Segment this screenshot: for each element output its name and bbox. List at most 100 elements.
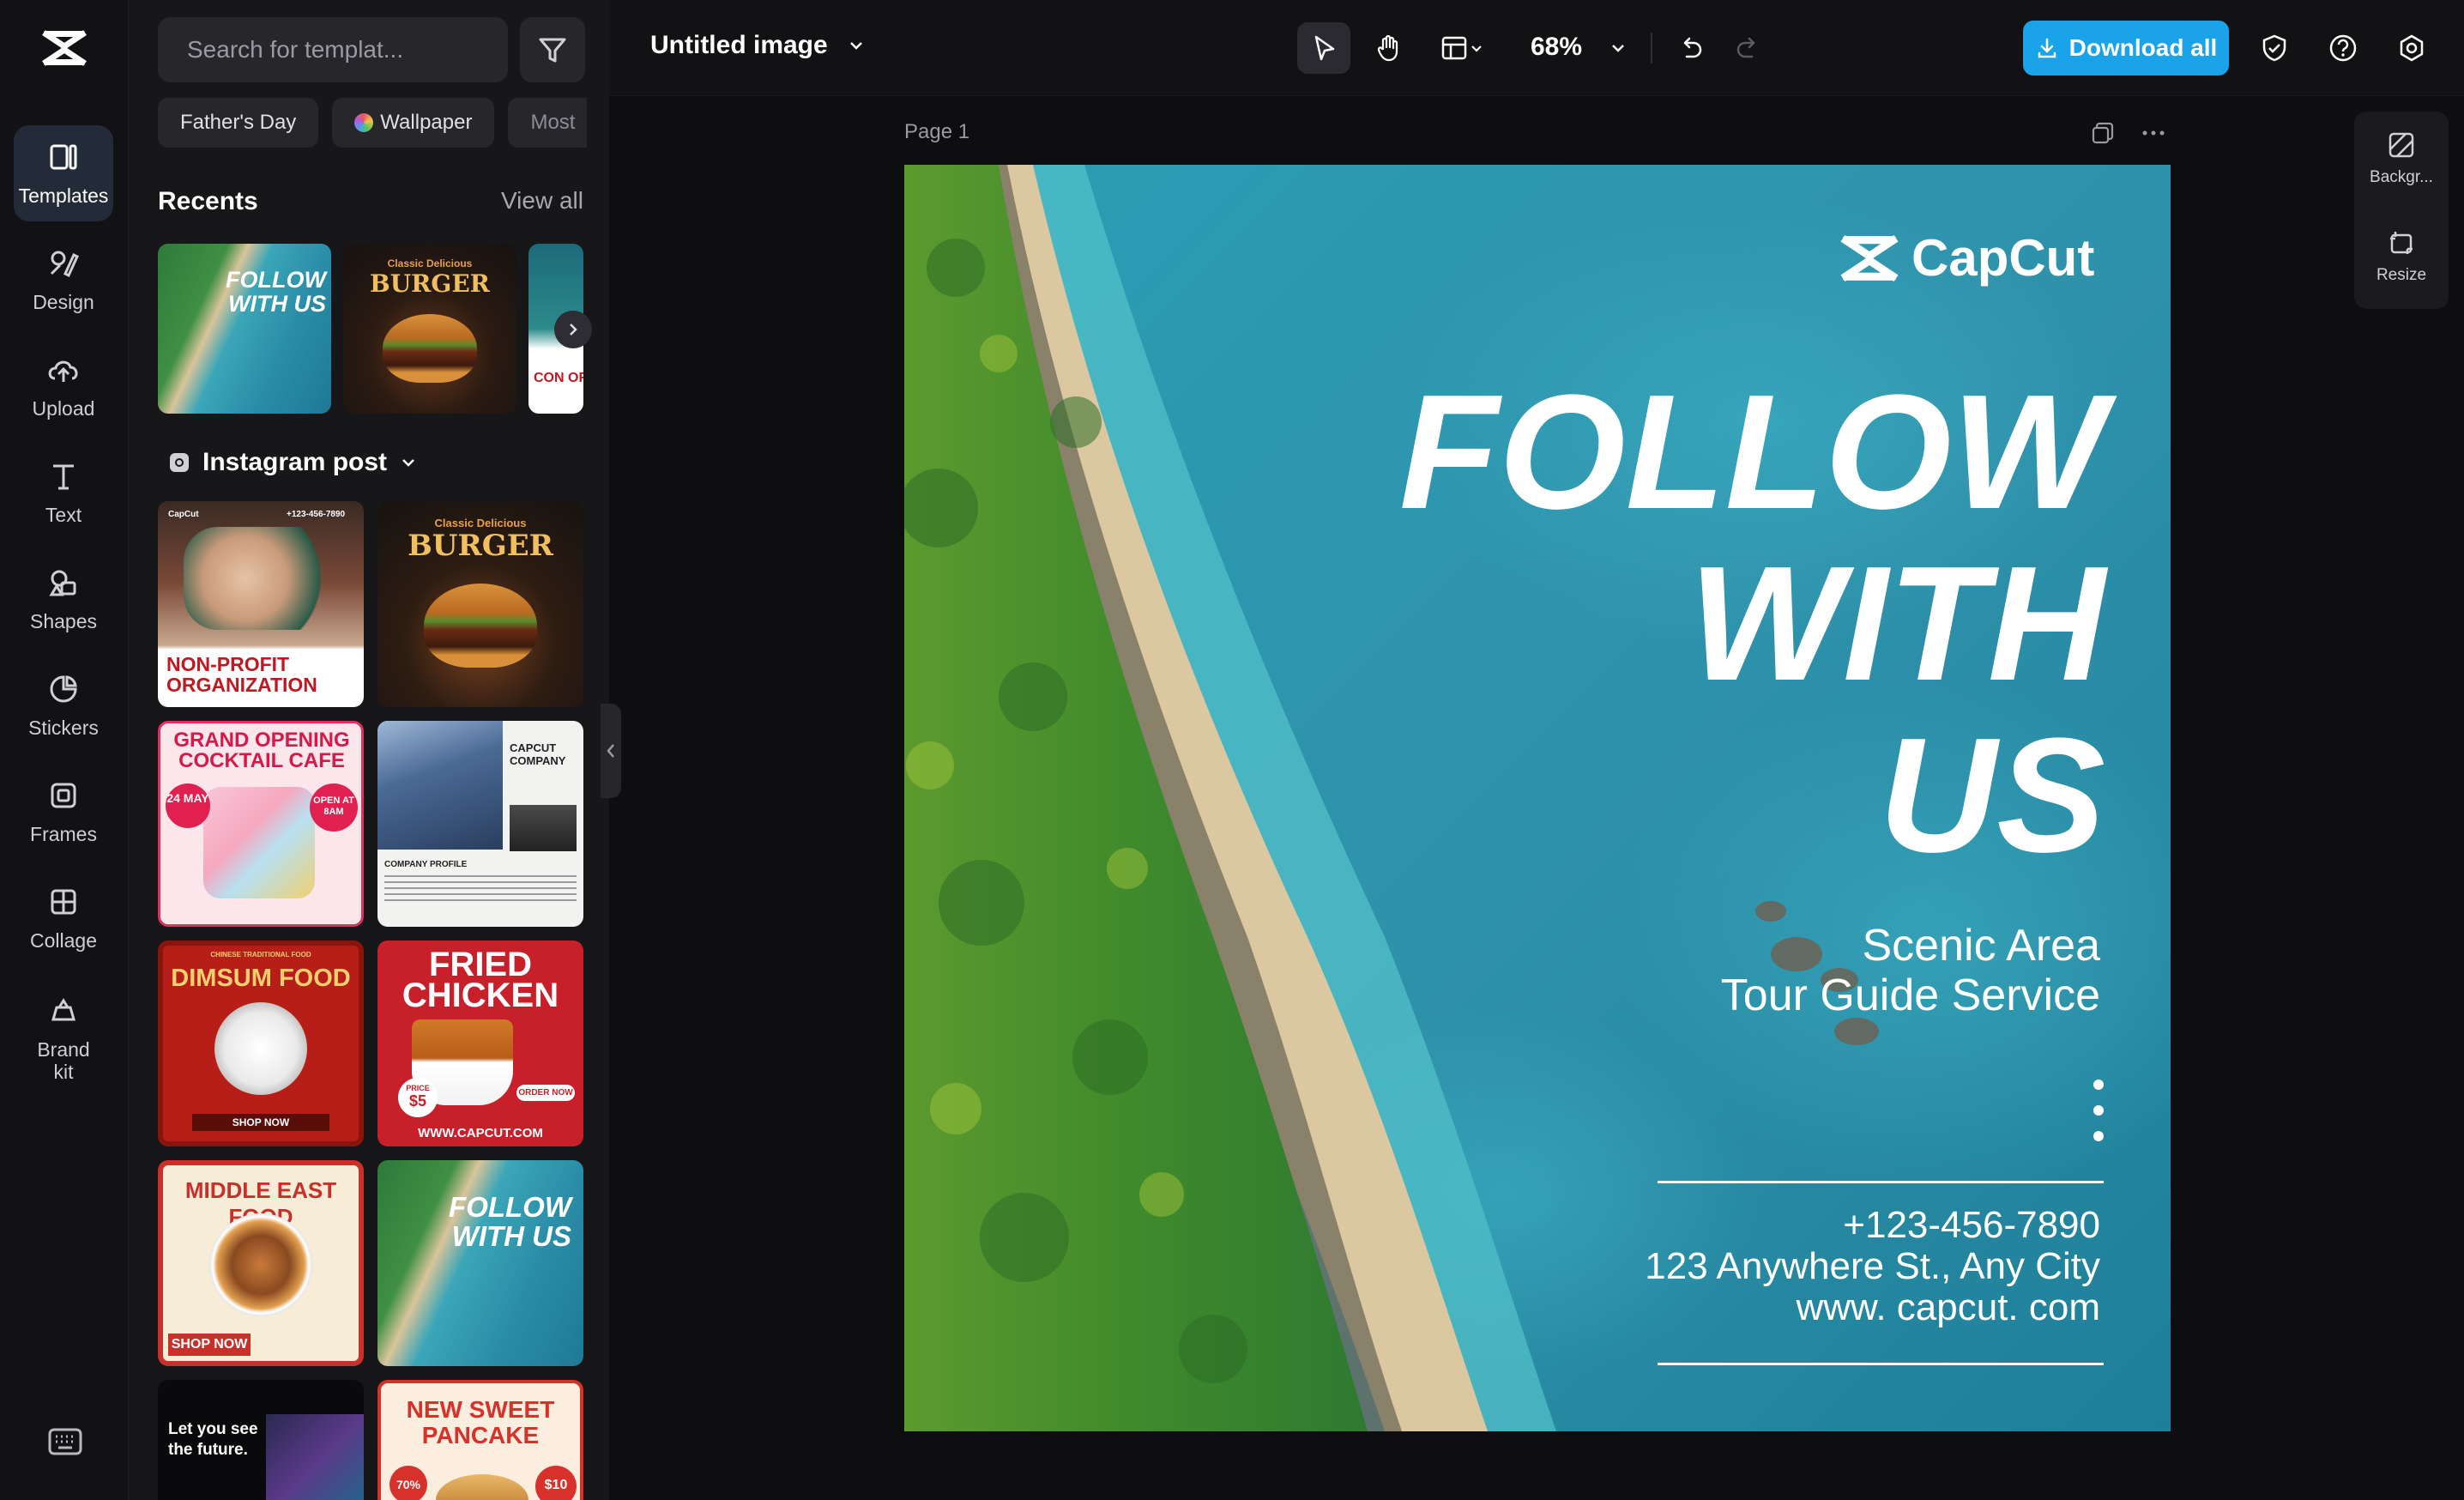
template-dimsum[interactable]: CHINESE TRADITIONAL FOOD DIMSUM FOOD SHO… bbox=[158, 941, 364, 1146]
template-search[interactable] bbox=[158, 17, 508, 82]
template-middle-east[interactable]: MIDDLE EAST FOOD SHOP NOW bbox=[158, 1160, 364, 1366]
chevron-down-icon bbox=[1612, 45, 1624, 52]
cursor-icon bbox=[1314, 35, 1335, 61]
keyboard-shortcuts-icon[interactable] bbox=[48, 1428, 82, 1455]
toolbar-divider bbox=[1651, 33, 1652, 64]
template-badge-open: OPEN AT 8AM bbox=[310, 783, 358, 832]
settings-button[interactable] bbox=[2390, 22, 2433, 74]
template-pancake[interactable]: NEW SWEET PANCAKE 70% $10 bbox=[377, 1380, 583, 1500]
left-rail: Templates Design Upload Text Shapes Stic… bbox=[0, 0, 129, 1500]
rail-item-design[interactable]: Design bbox=[14, 232, 113, 328]
rail-item-frames[interactable]: Frames bbox=[14, 764, 113, 860]
palette-icon bbox=[354, 113, 374, 132]
capcut-logo-icon[interactable] bbox=[40, 27, 88, 69]
redo-button[interactable] bbox=[1724, 22, 1773, 74]
recent-subtitle: Classic Delicious bbox=[387, 257, 473, 269]
recent-template-burger[interactable]: Classic Delicious BURGER bbox=[343, 244, 516, 414]
design-brand: CapCut bbox=[1836, 228, 2094, 287]
shield-check-icon bbox=[2262, 34, 2286, 62]
stickers-icon bbox=[50, 675, 77, 703]
hand-icon bbox=[1377, 34, 1398, 62]
layout-menu-button[interactable] bbox=[1428, 22, 1496, 74]
rail-item-collage[interactable]: Collage bbox=[14, 870, 113, 966]
undo-button[interactable] bbox=[1666, 22, 1714, 74]
collage-icon bbox=[51, 889, 76, 915]
capcut-logo-icon bbox=[1840, 234, 1899, 281]
help-button[interactable] bbox=[2322, 22, 2364, 74]
rail-item-shapes[interactable]: Shapes bbox=[14, 551, 113, 647]
template-fried-chicken[interactable]: FRIED CHICKEN PRICE $5 ORDER NOW WWW.CAP… bbox=[377, 941, 583, 1146]
rail-label-stickers: Stickers bbox=[28, 717, 99, 739]
chip-fathers-day[interactable]: Father's Day bbox=[158, 98, 319, 148]
rail-item-text[interactable]: Text bbox=[14, 445, 113, 541]
template-cta: SHOP NOW bbox=[192, 1114, 329, 1131]
zoom-level[interactable]: 68% bbox=[1531, 33, 1582, 62]
design-canvas[interactable]: CapCut FOLLOW WITH US Scenic Area Tour G… bbox=[904, 165, 2171, 1431]
chip-wallpaper[interactable]: Wallpaper bbox=[332, 98, 495, 148]
rail-item-templates[interactable]: Templates bbox=[14, 125, 113, 221]
design-headline-2: WITH bbox=[1688, 533, 2105, 715]
template-follow-with-us[interactable]: FOLLOW WITH US bbox=[377, 1160, 583, 1366]
duplicate-page-icon[interactable] bbox=[2090, 120, 2116, 146]
upload-icon bbox=[48, 360, 78, 382]
filter-icon bbox=[539, 38, 566, 63]
filter-button[interactable] bbox=[520, 17, 585, 82]
template-company-profile[interactable]: CAPCUT COMPANY COMPANY PROFILE bbox=[377, 721, 583, 927]
category-title: Instagram post bbox=[202, 448, 388, 476]
chevron-left-icon bbox=[607, 744, 614, 758]
rail-item-stickers[interactable]: Stickers bbox=[14, 657, 113, 753]
design-phone: +123-456-7890 bbox=[1843, 1204, 2100, 1246]
more-options-icon[interactable] bbox=[2140, 120, 2167, 146]
background-tool[interactable]: Backgr... bbox=[2354, 130, 2449, 187]
template-cocktail-cafe[interactable]: GRAND OPENING COCKTAIL CAFE 24 MAY OPEN … bbox=[158, 721, 364, 927]
hands-image bbox=[184, 527, 338, 630]
resize-tool[interactable]: Resize bbox=[2354, 228, 2449, 285]
template-title: Let you see the future. bbox=[168, 1420, 258, 1459]
rail-item-upload[interactable]: Upload bbox=[14, 338, 113, 434]
page-label: Page 1 bbox=[904, 120, 970, 143]
chip-most[interactable]: Most bbox=[508, 98, 587, 148]
resize-tool-label: Resize bbox=[2376, 266, 2427, 284]
drinks-image bbox=[203, 787, 315, 898]
rail-label-brand-kit: Brand kit bbox=[37, 1038, 90, 1083]
resize-icon bbox=[2390, 232, 2413, 254]
recent-template-follow[interactable]: FOLLOW WITH US bbox=[158, 244, 331, 414]
template-phone: +123-456-7890 bbox=[287, 510, 346, 519]
template-nonprofit[interactable]: +123-456-7890 CapCut NON-PROFIT ORGANIZA… bbox=[158, 501, 364, 707]
design-icon bbox=[50, 251, 79, 278]
redo-icon bbox=[1736, 37, 1755, 58]
select-tool-button[interactable] bbox=[1297, 22, 1350, 74]
pancake-image bbox=[436, 1474, 528, 1500]
template-burger[interactable]: Classic Delicious BURGER bbox=[377, 501, 583, 707]
collapse-panel-handle[interactable] bbox=[601, 704, 621, 798]
template-price: $10 bbox=[535, 1466, 577, 1500]
rail-label-shapes: Shapes bbox=[29, 610, 97, 632]
document-title-menu[interactable]: Untitled image bbox=[650, 31, 866, 60]
template-future[interactable]: Let you see the future. bbox=[158, 1380, 364, 1500]
rail-item-brand-kit[interactable]: Brand kit bbox=[14, 985, 113, 1092]
templates-icon bbox=[50, 144, 77, 170]
zoom-menu-button[interactable] bbox=[1601, 22, 1635, 74]
template-title: BURGER bbox=[408, 529, 553, 563]
template-title: NON-PROFIT ORGANIZATION bbox=[166, 653, 317, 696]
hand-tool-button[interactable] bbox=[1362, 22, 1416, 74]
template-title: DIMSUM FOOD bbox=[171, 965, 351, 992]
download-icon bbox=[2038, 38, 2056, 58]
recents-next-button[interactable] bbox=[554, 311, 592, 348]
category-dropdown[interactable]: Instagram post bbox=[168, 448, 418, 477]
download-all-button[interactable]: Download all bbox=[2023, 21, 2229, 76]
frames-icon bbox=[51, 783, 76, 808]
search-input[interactable] bbox=[187, 36, 497, 64]
template-tag: CHINESE TRADITIONAL FOOD bbox=[210, 951, 311, 959]
divider-bottom bbox=[1658, 1363, 2104, 1365]
rail-label-upload: Upload bbox=[32, 397, 95, 420]
view-all-link[interactable]: View all bbox=[501, 187, 583, 215]
shield-button[interactable] bbox=[2253, 22, 2296, 74]
recent-title: BURGER bbox=[370, 269, 490, 298]
layout-icon bbox=[1441, 36, 1467, 60]
recent-title: FOLLOW WITH US bbox=[226, 267, 326, 317]
template-title: NEW SWEET PANCAKE bbox=[406, 1396, 555, 1449]
side-tools-panel: Backgr... Resize bbox=[2354, 112, 2449, 309]
template-brand: CapCut bbox=[168, 510, 199, 519]
instagram-icon bbox=[170, 453, 189, 472]
